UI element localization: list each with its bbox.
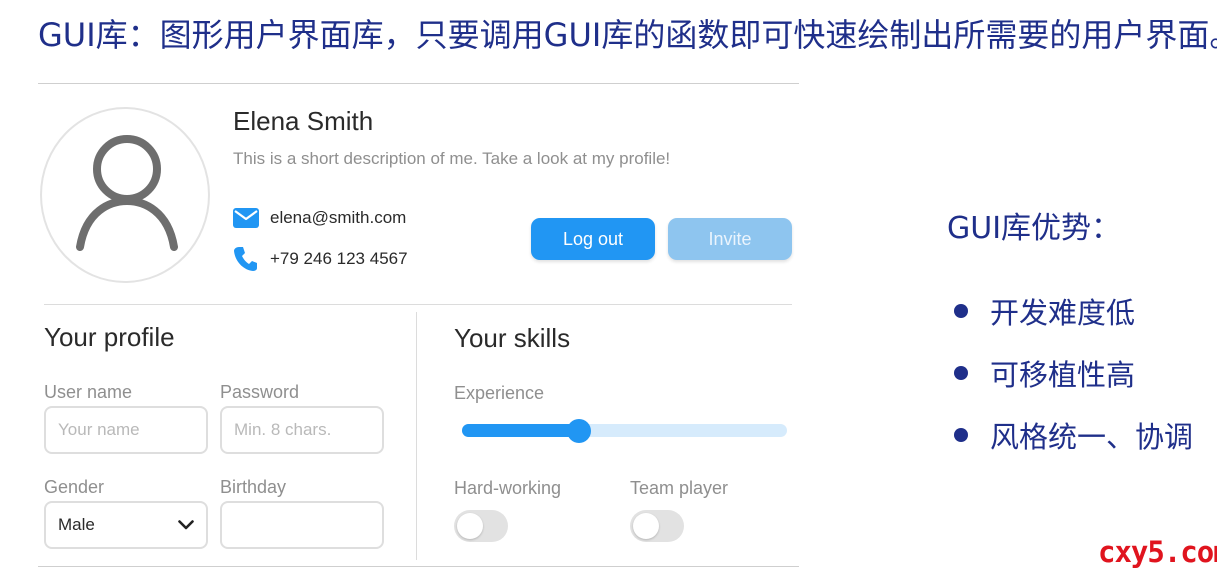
experience-slider[interactable] — [462, 424, 787, 437]
gender-label: Gender — [44, 477, 105, 497]
list-item: 开发难度低 — [948, 280, 1193, 342]
bullet-icon — [954, 366, 968, 380]
watermark: cxy5.com — [1098, 535, 1217, 569]
advantages-list: 开发难度低 可移植性高 风格统一、协调 — [948, 280, 1193, 466]
toggle-knob — [633, 513, 659, 539]
logout-button[interactable]: Log out — [531, 218, 655, 260]
toggle-knob — [457, 513, 483, 539]
advantage-text: 风格统一、协调 — [990, 420, 1194, 454]
phone-contact[interactable]: +79 246 123 4567 — [233, 246, 408, 272]
hardworking-toggle[interactable] — [454, 510, 508, 542]
bottom-divider — [38, 566, 799, 567]
avatar — [40, 107, 210, 283]
email-text: elena@smith.com — [270, 208, 407, 227]
envelope-icon — [233, 205, 259, 231]
password-input[interactable] — [220, 406, 384, 454]
list-item: 风格统一、协调 — [948, 404, 1193, 466]
advantage-text: 开发难度低 — [990, 296, 1136, 330]
chevron-down-icon — [178, 515, 194, 535]
gender-select[interactable]: Male — [44, 501, 208, 549]
username-label: User name — [44, 382, 133, 402]
user-silhouette-icon — [76, 135, 178, 251]
column-divider — [416, 312, 417, 560]
birthday-input[interactable] — [220, 501, 384, 549]
bullet-icon — [954, 428, 968, 442]
profile-name: Elena Smith — [233, 106, 374, 136]
section-divider — [44, 304, 792, 305]
gender-value: Male — [58, 515, 95, 534]
teamplayer-label: Team player — [630, 478, 729, 498]
advantage-text: 可移植性高 — [990, 358, 1136, 392]
phone-icon — [233, 246, 259, 272]
list-item: 可移植性高 — [948, 342, 1193, 404]
invite-button[interactable]: Invite — [668, 218, 792, 260]
top-divider — [38, 83, 799, 84]
your-skills-title: Your skills — [454, 323, 571, 353]
experience-label: Experience — [454, 383, 545, 403]
page-headline: GUI库：图形用户界面库，只要调用GUI库的函数即可快速绘制出所需要的用户界面。 — [38, 16, 1217, 54]
teamplayer-toggle[interactable] — [630, 510, 684, 542]
experience-slider-thumb[interactable] — [567, 419, 591, 443]
phone-text: +79 246 123 4567 — [270, 249, 408, 268]
advantages-title: GUI库优势： — [947, 211, 1122, 246]
birthday-label: Birthday — [220, 477, 287, 497]
bullet-icon — [954, 304, 968, 318]
profile-description: This is a short description of me. Take … — [233, 149, 671, 168]
hardworking-label: Hard-working — [454, 478, 562, 498]
password-label: Password — [220, 382, 300, 402]
your-profile-title: Your profile — [44, 322, 175, 352]
email-contact[interactable]: elena@smith.com — [233, 205, 406, 231]
experience-slider-fill — [462, 424, 579, 437]
username-input[interactable] — [44, 406, 208, 454]
